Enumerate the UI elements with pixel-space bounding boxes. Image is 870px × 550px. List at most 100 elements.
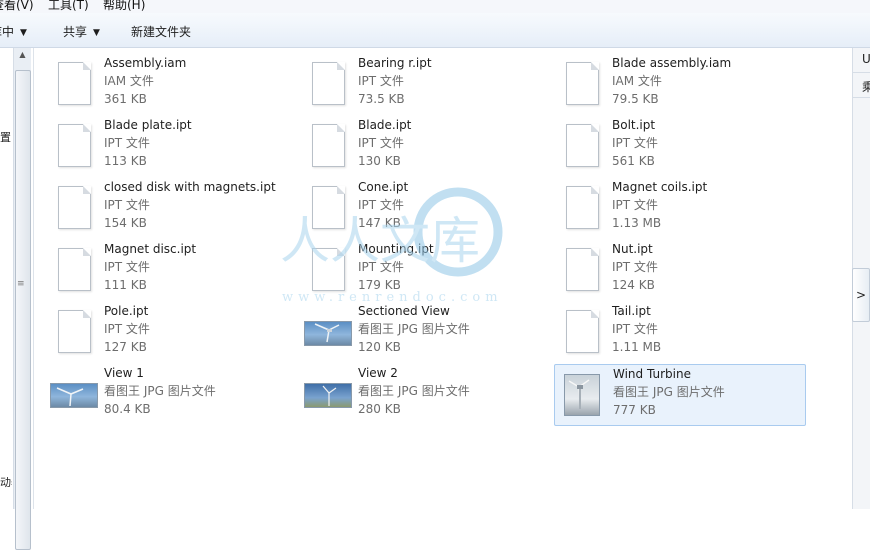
document-icon (558, 246, 606, 294)
file-name: Sectioned View (358, 304, 450, 318)
details-item[interactable]: U (862, 52, 870, 66)
menu-tools[interactable]: 工具(T) (48, 0, 89, 13)
menu-view[interactable]: 查看(V) (0, 0, 34, 13)
include-in-library-label: 库中 (0, 25, 15, 39)
nav-item[interactable]: 动器 (0, 474, 12, 490)
document-icon (304, 184, 352, 232)
file-item[interactable]: Magnet disc.ipt IPT 文件 111 KB (50, 240, 300, 300)
file-size: 113 KB (104, 154, 147, 168)
document-icon (50, 246, 98, 294)
file-size: 361 KB (104, 92, 147, 106)
chevron-right-icon[interactable]: > (852, 268, 870, 322)
document-icon (558, 60, 606, 108)
file-item[interactable]: Sectioned View 看图王 JPG 图片文件 120 KB (304, 302, 554, 362)
file-item[interactable]: View 1 看图王 JPG 图片文件 80.4 KB (50, 364, 300, 424)
image-thumbnail (304, 370, 352, 418)
file-name: Magnet coils.ipt (612, 180, 708, 194)
file-item[interactable]: Nut.ipt IPT 文件 124 KB (558, 240, 808, 300)
file-name: Nut.ipt (612, 242, 653, 256)
file-type: IPT 文件 (358, 136, 404, 150)
file-type: IPT 文件 (104, 198, 150, 212)
file-item-selected[interactable]: Wind Turbine 看图王 JPG 图片文件 777 KB (554, 364, 806, 426)
file-name: Blade plate.ipt (104, 118, 192, 132)
file-size: 147 KB (358, 216, 401, 230)
new-folder-button[interactable]: 新建文件夹 (131, 23, 191, 40)
document-icon (558, 122, 606, 170)
file-item[interactable]: Magnet coils.ipt IPT 文件 1.13 MB (558, 178, 808, 238)
share-label: 共享 (63, 25, 88, 39)
share-button[interactable]: 共享 ▼ (63, 23, 100, 40)
file-size: 1.11 MB (612, 340, 662, 354)
file-size: 111 KB (104, 278, 147, 292)
document-icon (304, 246, 352, 294)
image-thumbnail (50, 370, 98, 418)
file-type: IPT 文件 (612, 322, 658, 336)
file-type: IPT 文件 (358, 74, 404, 88)
file-item[interactable]: Pole.ipt IPT 文件 127 KB (50, 302, 300, 362)
file-name: View 2 (358, 366, 398, 380)
file-size: 120 KB (358, 340, 401, 354)
document-icon (50, 184, 98, 232)
file-size: 280 KB (358, 402, 401, 416)
document-icon (304, 122, 352, 170)
file-type: IAM 文件 (104, 74, 154, 88)
file-item[interactable]: Assembly.iam IAM 文件 361 KB (50, 54, 300, 114)
chevron-down-icon: ▼ (20, 28, 27, 38)
document-icon (50, 308, 98, 356)
file-name: Bearing r.ipt (358, 56, 432, 70)
file-size: 124 KB (612, 278, 655, 292)
document-icon (558, 308, 606, 356)
file-name: View 1 (104, 366, 144, 380)
file-name: Wind Turbine (613, 367, 691, 381)
file-size: 73.5 KB (358, 92, 405, 106)
document-icon (558, 184, 606, 232)
file-item[interactable]: Cone.ipt IPT 文件 147 KB (304, 178, 554, 238)
file-name: Mounting.ipt (358, 242, 434, 256)
document-icon (50, 60, 98, 108)
nav-scrollbar[interactable]: ▲ ≡ (13, 48, 31, 550)
file-item[interactable]: Bolt.ipt IPT 文件 561 KB (558, 116, 808, 176)
file-size: 127 KB (104, 340, 147, 354)
file-name: Cone.ipt (358, 180, 409, 194)
file-size: 561 KB (612, 154, 655, 168)
file-size: 130 KB (358, 154, 401, 168)
image-thumbnail (559, 371, 607, 419)
document-icon (304, 60, 352, 108)
file-type: IPT 文件 (104, 260, 150, 274)
include-in-library-button[interactable]: 库中 ▼ (0, 23, 27, 40)
file-name: Blade assembly.iam (612, 56, 732, 70)
menu-bar: 查看(V) 工具(T) 帮助(H) (0, 0, 870, 13)
file-item[interactable]: Mounting.ipt IPT 文件 179 KB (304, 240, 554, 300)
file-type: IPT 文件 (104, 322, 150, 336)
file-name: Bolt.ipt (612, 118, 656, 132)
chevron-down-icon: ▼ (93, 28, 100, 38)
command-bar: 库中 ▼ 共享 ▼ 新建文件夹 (0, 13, 870, 48)
file-item[interactable]: Blade.ipt IPT 文件 130 KB (304, 116, 554, 176)
file-item[interactable]: Blade plate.ipt IPT 文件 113 KB (50, 116, 300, 176)
file-type: 看图王 JPG 图片文件 (358, 322, 470, 336)
new-folder-label: 新建文件夹 (131, 25, 192, 39)
file-item[interactable]: closed disk with magnets.ipt IPT 文件 154 KB (50, 178, 300, 238)
scroll-up-icon[interactable]: ▲ (14, 50, 31, 64)
file-type: IPT 文件 (358, 260, 404, 274)
document-icon (50, 122, 98, 170)
file-size: 80.4 KB (104, 402, 151, 416)
file-type: IPT 文件 (612, 260, 658, 274)
image-thumbnail (304, 308, 352, 356)
scrollbar-thumb[interactable] (15, 70, 31, 550)
file-list: Assembly.iam IAM 文件 361 KB Bearing r.ipt IP… (34, 48, 852, 509)
file-type: IPT 文件 (612, 198, 658, 212)
file-name: Tail.ipt (612, 304, 651, 318)
details-item[interactable]: 乘 (862, 78, 870, 95)
file-item[interactable]: View 2 看图王 JPG 图片文件 280 KB (304, 364, 554, 424)
file-item[interactable]: Blade assembly.iam IAM 文件 79.5 KB (558, 54, 808, 114)
file-name: closed disk with magnets.ipt (104, 180, 276, 194)
grip-icon: ≡ (17, 279, 25, 289)
file-item[interactable]: Bearing r.ipt IPT 文件 73.5 KB (304, 54, 554, 114)
menu-help[interactable]: 帮助(H) (103, 0, 145, 13)
file-item[interactable]: Tail.ipt IPT 文件 1.11 MB (558, 302, 808, 362)
file-type: IPT 文件 (612, 136, 658, 150)
file-type: 看图王 JPG 图片文件 (104, 384, 216, 398)
file-name: Assembly.iam (104, 56, 187, 70)
nav-item[interactable]: 置 (0, 129, 12, 145)
